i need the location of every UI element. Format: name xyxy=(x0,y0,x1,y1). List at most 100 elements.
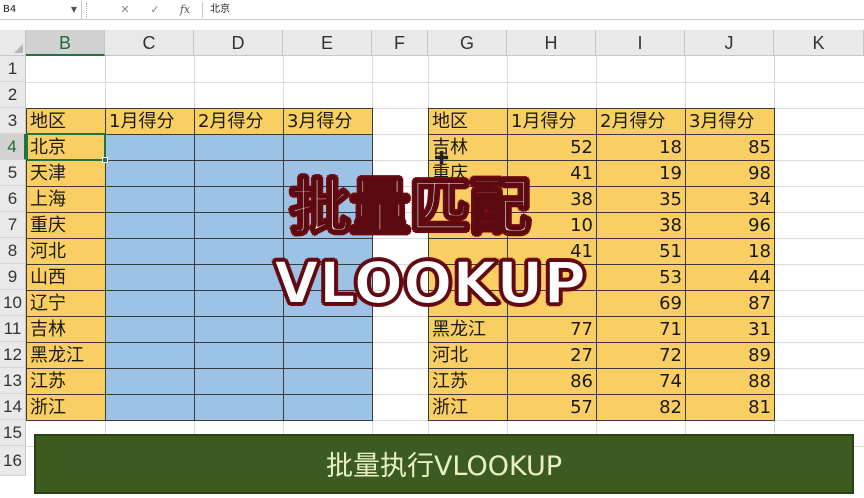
region-cell[interactable]: 浙江 xyxy=(26,394,106,421)
region-cell[interactable]: 山西 xyxy=(26,264,106,291)
region-cell[interactable]: 河北 xyxy=(26,238,106,265)
score-cell[interactable]: 82 xyxy=(596,394,686,421)
formula-input[interactable]: 北京 xyxy=(210,0,230,20)
header-cell-month3[interactable]: 3月得分 xyxy=(685,108,775,135)
score-cell[interactable]: 18 xyxy=(596,134,686,161)
row-header-16[interactable]: 16 xyxy=(0,446,26,476)
row-header-3[interactable]: 3 xyxy=(0,108,26,134)
score-cell[interactable]: 87 xyxy=(685,290,775,317)
score-cell[interactable]: 71 xyxy=(596,316,686,343)
header-cell-region[interactable]: 地区 xyxy=(26,108,106,135)
score-cell[interactable]: 18 xyxy=(685,238,775,265)
insert-function-icon[interactable]: fx xyxy=(172,0,198,20)
row-header-14[interactable]: 14 xyxy=(0,394,26,420)
empty-score-cell[interactable] xyxy=(105,342,195,369)
header-cell-month1[interactable]: 1月得分 xyxy=(507,108,597,135)
name-box[interactable]: B4 ▼ xyxy=(0,0,82,20)
column-header-e[interactable]: E xyxy=(283,30,372,56)
select-all-corner[interactable] xyxy=(0,30,26,56)
score-cell[interactable]: 74 xyxy=(596,368,686,395)
score-cell[interactable]: 31 xyxy=(685,316,775,343)
region-cell[interactable]: 天津 xyxy=(26,160,106,187)
region-cell[interactable]: 辽宁 xyxy=(26,290,106,317)
confirm-icon[interactable]: ✓ xyxy=(142,0,168,20)
empty-score-cell[interactable] xyxy=(105,316,195,343)
header-cell-month2[interactable]: 2月得分 xyxy=(596,108,686,135)
score-cell[interactable]: 77 xyxy=(507,316,597,343)
column-header-d[interactable]: D xyxy=(194,30,283,56)
score-cell[interactable]: 52 xyxy=(507,134,597,161)
score-cell[interactable]: 98 xyxy=(685,160,775,187)
score-cell[interactable]: 89 xyxy=(685,342,775,369)
empty-score-cell[interactable] xyxy=(283,368,373,395)
column-header-b[interactable]: B xyxy=(26,30,105,56)
region-cell[interactable]: 江苏 xyxy=(428,368,508,395)
header-cell-region[interactable]: 地区 xyxy=(428,108,508,135)
row-header-13[interactable]: 13 xyxy=(0,368,26,394)
row-header-1[interactable]: 1 xyxy=(0,56,26,82)
cancel-icon[interactable]: ✕ xyxy=(112,0,138,20)
row-header-5[interactable]: 5 xyxy=(0,160,26,186)
column-header-j[interactable]: J xyxy=(685,30,774,56)
region-cell[interactable]: 江苏 xyxy=(26,368,106,395)
header-cell-month2[interactable]: 2月得分 xyxy=(194,108,284,135)
row-header-4[interactable]: 4 xyxy=(0,134,26,160)
score-cell[interactable]: 35 xyxy=(596,186,686,213)
empty-score-cell[interactable] xyxy=(105,238,195,265)
header-cell-month3[interactable]: 3月得分 xyxy=(283,108,373,135)
empty-score-cell[interactable] xyxy=(105,368,195,395)
score-cell[interactable]: 34 xyxy=(685,186,775,213)
score-cell[interactable]: 19 xyxy=(596,160,686,187)
region-cell[interactable]: 浙江 xyxy=(428,394,508,421)
empty-score-cell[interactable] xyxy=(105,264,195,291)
empty-score-cell[interactable] xyxy=(105,290,195,317)
empty-score-cell[interactable] xyxy=(194,342,284,369)
empty-score-cell[interactable] xyxy=(194,134,284,161)
column-header-h[interactable]: H xyxy=(507,30,596,56)
fill-handle[interactable] xyxy=(102,157,108,163)
row-header-12[interactable]: 12 xyxy=(0,342,26,368)
row-header-10[interactable]: 10 xyxy=(0,290,26,316)
score-cell[interactable]: 88 xyxy=(685,368,775,395)
region-cell[interactable]: 河北 xyxy=(428,342,508,369)
empty-score-cell[interactable] xyxy=(283,394,373,421)
region-cell[interactable]: 重庆 xyxy=(26,212,106,239)
column-header-f[interactable]: F xyxy=(372,30,428,56)
column-header-k[interactable]: K xyxy=(774,30,864,56)
score-cell[interactable]: 72 xyxy=(596,342,686,369)
column-header-i[interactable]: I xyxy=(596,30,685,56)
row-header-7[interactable]: 7 xyxy=(0,212,26,238)
column-header-c[interactable]: C xyxy=(105,30,194,56)
empty-score-cell[interactable] xyxy=(105,134,195,161)
empty-score-cell[interactable] xyxy=(105,186,195,213)
empty-score-cell[interactable] xyxy=(194,368,284,395)
empty-score-cell[interactable] xyxy=(283,134,373,161)
region-cell[interactable]: 黑龙江 xyxy=(26,342,106,369)
empty-score-cell[interactable] xyxy=(283,342,373,369)
empty-score-cell[interactable] xyxy=(105,160,195,187)
row-header-11[interactable]: 11 xyxy=(0,316,26,342)
empty-score-cell[interactable] xyxy=(283,316,373,343)
row-header-8[interactable]: 8 xyxy=(0,238,26,264)
row-header-6[interactable]: 6 xyxy=(0,186,26,212)
score-cell[interactable]: 57 xyxy=(507,394,597,421)
score-cell[interactable]: 96 xyxy=(685,212,775,239)
score-cell[interactable]: 27 xyxy=(507,342,597,369)
score-cell[interactable]: 86 xyxy=(507,368,597,395)
region-cell[interactable]: 吉林 xyxy=(26,316,106,343)
score-cell[interactable]: 38 xyxy=(596,212,686,239)
row-header-15[interactable]: 15 xyxy=(0,420,26,446)
empty-score-cell[interactable] xyxy=(105,212,195,239)
row-header-9[interactable]: 9 xyxy=(0,264,26,290)
score-cell[interactable]: 81 xyxy=(685,394,775,421)
column-header-g[interactable]: G xyxy=(428,30,507,56)
row-header-2[interactable]: 2 xyxy=(0,82,26,108)
chevron-down-icon[interactable]: ▼ xyxy=(71,0,77,20)
region-cell[interactable]: 上海 xyxy=(26,186,106,213)
empty-score-cell[interactable] xyxy=(194,316,284,343)
empty-score-cell[interactable] xyxy=(105,394,195,421)
empty-score-cell[interactable] xyxy=(194,394,284,421)
score-cell[interactable]: 44 xyxy=(685,264,775,291)
region-cell[interactable]: 黑龙江 xyxy=(428,316,508,343)
score-cell[interactable]: 85 xyxy=(685,134,775,161)
